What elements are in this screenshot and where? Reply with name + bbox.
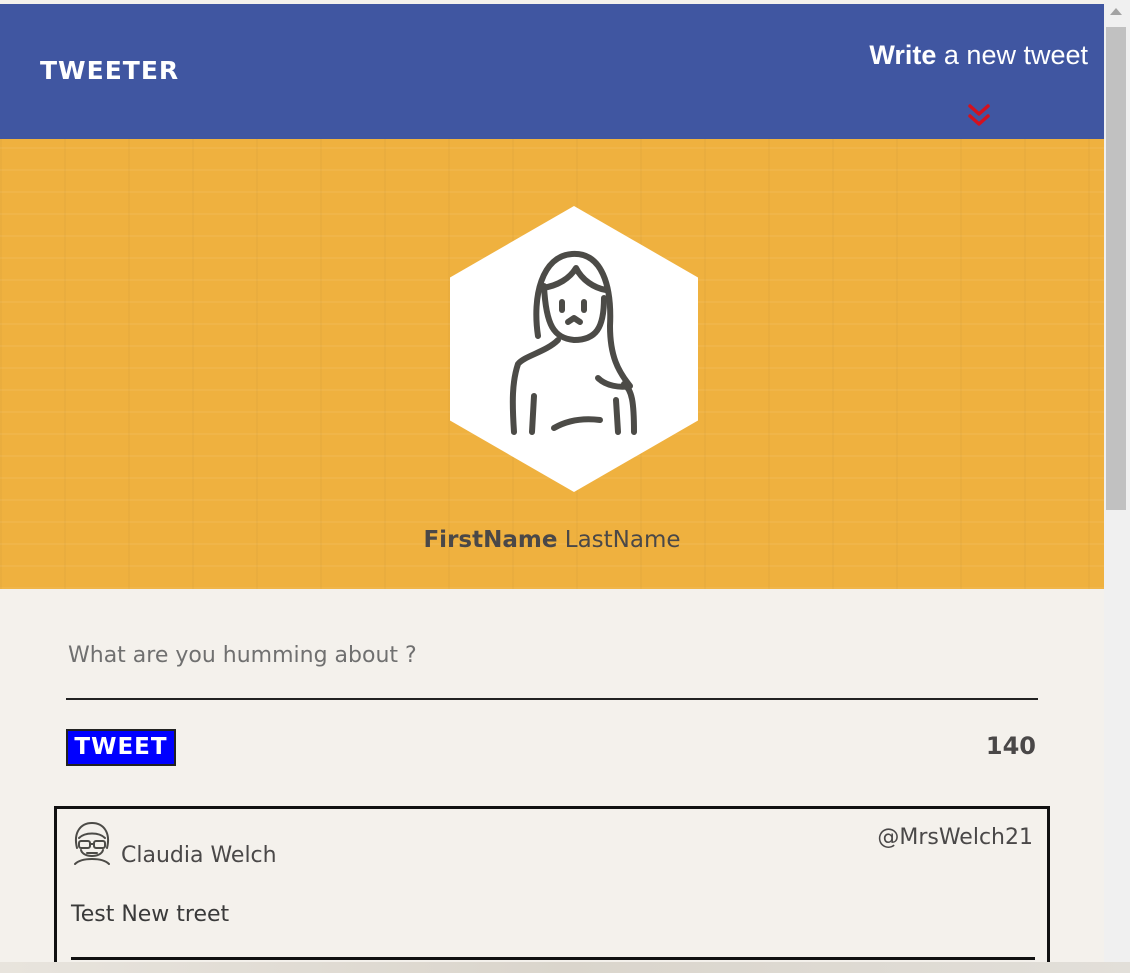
- double-chevron-down-icon[interactable]: [966, 102, 992, 132]
- write-new-tweet-link[interactable]: Write a new tweet: [869, 40, 1088, 71]
- first-name: FirstName: [423, 527, 558, 553]
- character-counter: 140: [985, 732, 1036, 760]
- scroll-up-arrow-icon[interactable]: [1110, 8, 1122, 15]
- tweet-divider: [71, 957, 1035, 960]
- page: TWEETER Write a new tweet FirstName Last…: [0, 0, 1104, 973]
- woman-avatar-icon: [450, 206, 698, 492]
- tweet-author-name: Claudia Welch: [121, 843, 277, 868]
- scrollbar-thumb[interactable]: [1106, 27, 1126, 510]
- man-with-glasses-avatar-icon: [74, 822, 110, 865]
- app-logo[interactable]: TWEETER: [40, 56, 179, 85]
- window-bottom-edge: [0, 962, 1130, 973]
- write-rest-label: a new tweet: [936, 40, 1088, 70]
- profile-banner: FirstName LastName: [0, 139, 1104, 589]
- write-bold-label: Write: [869, 40, 937, 70]
- tweet-card: Claudia Welch @MrsWelch21 Test New treet: [54, 806, 1050, 973]
- tweet-author-handle: @MrsWelch21: [877, 825, 1033, 850]
- tweet-button[interactable]: TWEET: [66, 729, 176, 766]
- profile-name: FirstName LastName: [0, 527, 1104, 553]
- tweet-text: Test New treet: [71, 902, 230, 927]
- last-name: LastName: [564, 527, 681, 553]
- tweet-composer-input[interactable]: [66, 612, 1038, 700]
- nav-bar: TWEETER Write a new tweet: [0, 4, 1104, 139]
